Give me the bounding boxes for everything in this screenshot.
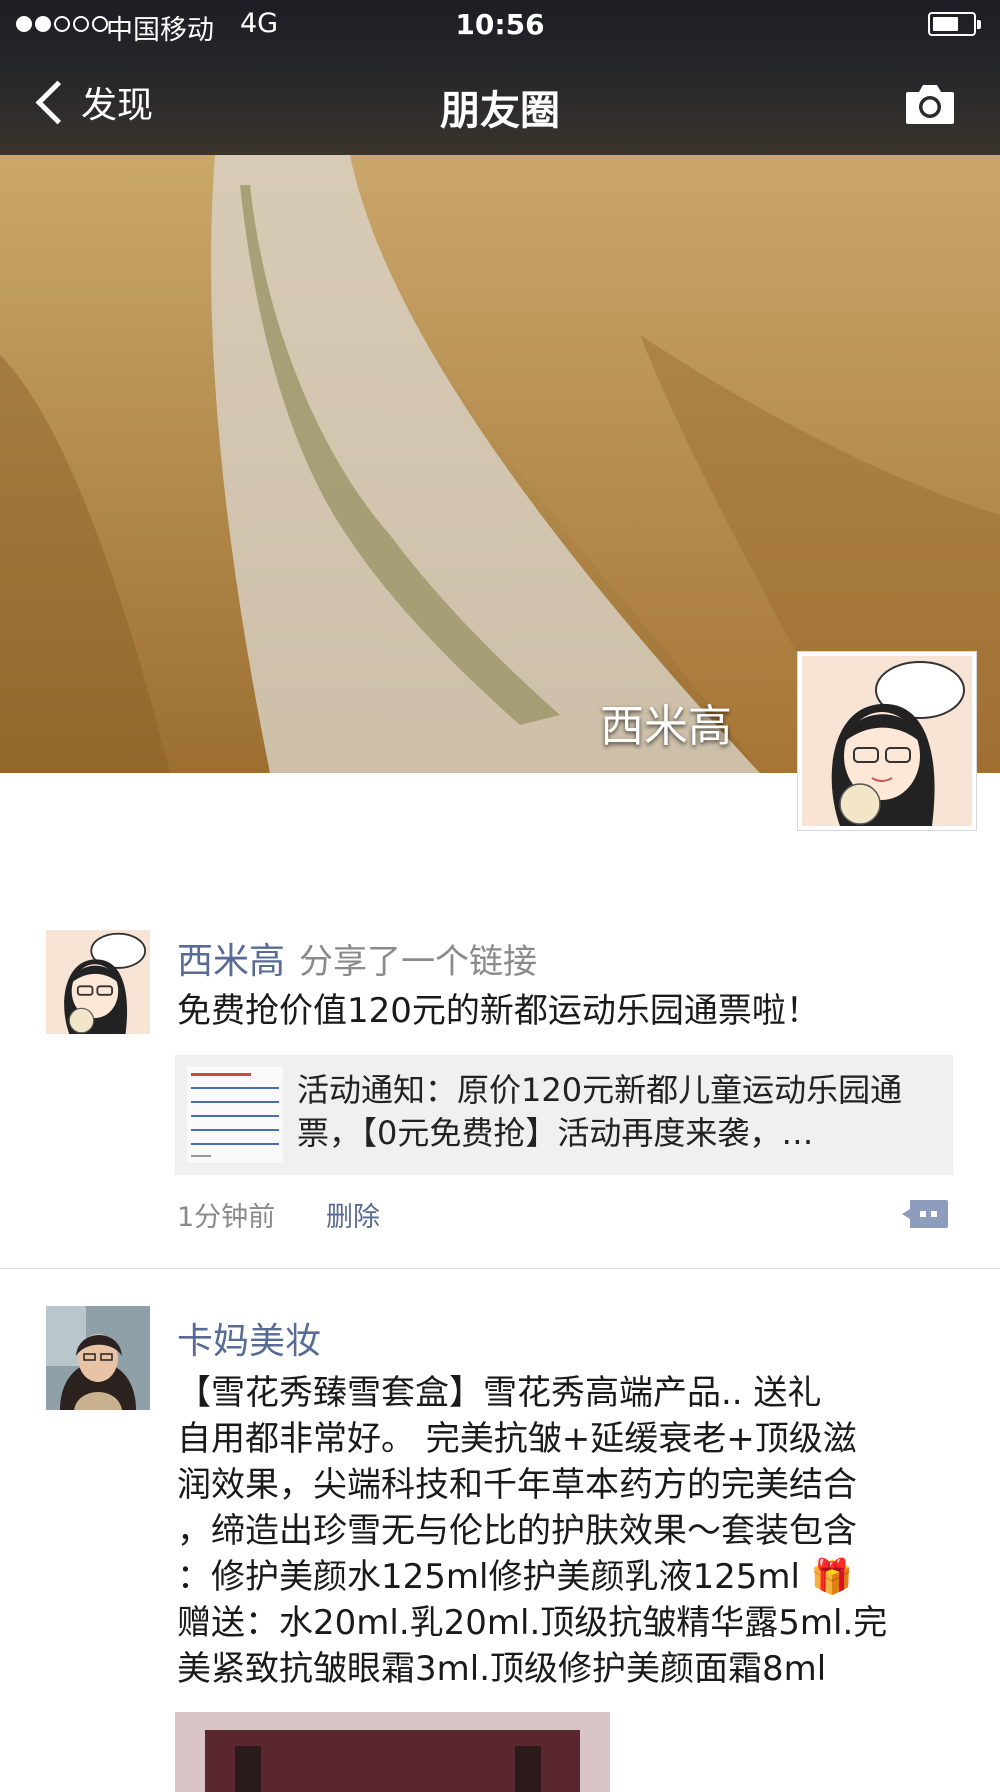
feed-post: 西米高 分享了一个链接 免费抢价值120元的新都运动乐园通票啦！ 活动通知：原价1… [0, 920, 1000, 1270]
author-avatar[interactable] [46, 1306, 150, 1410]
author-name[interactable]: 卡妈美妆 [177, 1321, 321, 1362]
feed-post: 卡妈美妆 【雪花秀臻雪套盒】雪花秀高端产品.. 送礼 自用都非常好。 完美抗皱+… [0, 1306, 1000, 1792]
post-action: 分享了一个链接 [299, 942, 538, 982]
product-photo [175, 1712, 610, 1792]
post-time: 1分钟前 [177, 1202, 276, 1233]
status-bar: 中国移动 4G 10:56 [0, 0, 1000, 52]
post-photo[interactable] [175, 1712, 610, 1792]
post-header: 西米高 分享了一个链接 [177, 932, 537, 984]
avatar-image [46, 930, 150, 1034]
avatar-image [46, 1306, 150, 1410]
page-title: 朋友圈 [440, 88, 560, 134]
camera-icon [906, 85, 954, 124]
battery-icon [928, 12, 981, 36]
top-bar: 中国移动 4G 10:56 发现 朋友圈 [0, 0, 1000, 155]
battery-fill [933, 17, 958, 31]
author-avatar[interactable] [46, 930, 150, 1034]
avatar-image [802, 656, 972, 826]
link-thumbnail [187, 1067, 283, 1163]
status-time: 10:56 [455, 8, 545, 41]
document-thumbnail-icon [187, 1067, 283, 1163]
post-text: 免费抢价值120元的新都运动乐园通票啦！ [177, 991, 820, 1031]
delete-button[interactable]: 删除 [326, 1195, 380, 1234]
post-divider [0, 1268, 1000, 1269]
post-header: 卡妈美妆 [177, 1312, 321, 1364]
post-text: 【雪花秀臻雪套盒】雪花秀高端产品.. 送礼 自用都非常好。 完美抗皱+延缓衰老+… [177, 1373, 888, 1689]
profile-avatar[interactable] [797, 651, 977, 831]
nav-bar: 发现 朋友圈 [0, 52, 1000, 155]
profile-name: 西米高 [600, 701, 732, 752]
comment-icon [902, 1200, 948, 1228]
comment-button[interactable] [900, 1198, 950, 1230]
link-title: 活动通知：原价120元新都儿童运动乐园通票，【0元免费抢】活动再度来袭，… [297, 1071, 903, 1152]
post-body: 【雪花秀臻雪套盒】雪花秀高端产品.. 送礼 自用都非常好。 完美抗皱+延缓衰老+… [177, 1370, 957, 1692]
author-name[interactable]: 西米高 [177, 941, 285, 982]
camera-button[interactable] [904, 80, 956, 126]
shared-link-card[interactable]: 活动通知：原价120元新都儿童运动乐园通票，【0元免费抢】活动再度来袭，… [175, 1055, 953, 1175]
